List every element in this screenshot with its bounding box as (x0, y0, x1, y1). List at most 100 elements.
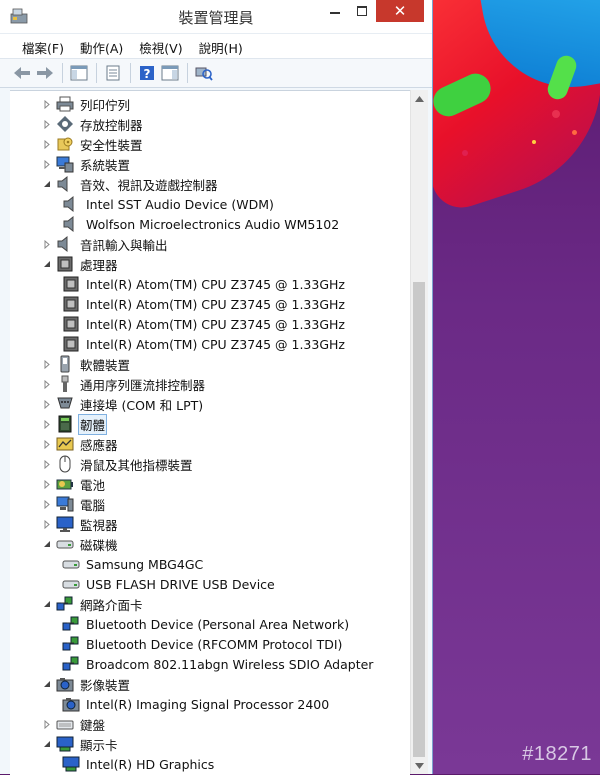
collapsed-arrow-icon[interactable] (40, 234, 54, 254)
category-row[interactable]: 監視器 (40, 514, 120, 534)
expanded-arrow-icon[interactable] (40, 594, 54, 614)
device-row[interactable]: USB FLASH DRIVE USB Device (60, 574, 277, 594)
title-bar[interactable]: 裝置管理員 ✕ (0, 0, 432, 33)
category-label: 存放控制器 (80, 117, 143, 133)
category-label: 影像裝置 (80, 677, 131, 693)
menu-action[interactable]: 動作(A) (72, 34, 131, 58)
category-label: 磁碟機 (80, 537, 118, 553)
device-row[interactable]: Intel(R) Atom(TM) CPU Z3745 @ 1.33GHz (60, 334, 347, 354)
device-row[interactable]: Intel(R) Atom(TM) CPU Z3745 @ 1.33GHz (60, 294, 347, 314)
category-row[interactable]: 音效、視訊及遊戲控制器 (40, 174, 220, 194)
category-label: 監視器 (80, 517, 118, 533)
category-row[interactable]: 安全性裝置 (40, 134, 145, 154)
category-row[interactable]: 通用序列匯流排控制器 (40, 374, 207, 394)
category-row[interactable]: 鍵盤 (40, 714, 107, 734)
device-row[interactable]: Bluetooth Device (Personal Area Network) (60, 614, 351, 634)
collapsed-arrow-icon[interactable] (40, 134, 54, 154)
device-row[interactable]: Broadcom 802.11abgn Wireless SDIO Adapte… (60, 654, 375, 674)
scroll-down-icon[interactable] (411, 757, 428, 774)
category-row[interactable]: 網路介面卡 (40, 594, 145, 614)
monitor-icon (56, 515, 74, 533)
collapsed-arrow-icon[interactable] (40, 94, 54, 114)
category-row[interactable]: 軟體裝置 (40, 354, 132, 374)
device-tree[interactable]: 列印佇列存放控制器 安全性裝置 系統裝置 音效、視訊及遊戲控制器 Intel SST A… (10, 90, 410, 775)
collapsed-arrow-icon[interactable] (40, 454, 54, 474)
expanded-arrow-icon[interactable] (40, 734, 54, 754)
device-label: Bluetooth Device (Personal Area Network) (86, 616, 350, 632)
minimize-button[interactable] (322, 0, 348, 22)
properties-icon[interactable] (103, 64, 123, 82)
device-label: Broadcom 802.11abgn Wireless SDIO Adapte… (86, 656, 374, 672)
network-adapter-icon (62, 655, 80, 673)
menu-view[interactable]: 檢視(V) (131, 34, 190, 58)
collapsed-arrow-icon[interactable] (40, 114, 54, 134)
device-label: Intel(R) Atom(TM) CPU Z3745 @ 1.33GHz (86, 316, 345, 332)
device-label: USB FLASH DRIVE USB Device (86, 576, 275, 592)
device-row[interactable]: Intel(R) HD Graphics (60, 754, 216, 774)
device-row[interactable]: Intel(R) Atom(TM) CPU Z3745 @ 1.33GHz (60, 274, 347, 294)
battery-icon (56, 475, 74, 493)
help-icon[interactable]: ? (137, 64, 157, 82)
category-row[interactable]: 韌體 (40, 413, 108, 435)
forward-arrow-icon[interactable] (35, 64, 55, 82)
collapsed-arrow-icon[interactable] (40, 434, 54, 454)
collapsed-arrow-icon[interactable] (40, 394, 54, 414)
menu-help[interactable]: 說明(H) (191, 34, 251, 58)
category-label: 連接埠 (COM 和 LPT) (80, 397, 204, 413)
back-arrow-icon[interactable] (12, 64, 32, 82)
device-row[interactable]: Bluetooth Device (RFCOMM Protocol TDI) (60, 634, 344, 654)
expanded-arrow-icon[interactable] (40, 174, 54, 194)
watermark: #18271 (522, 743, 592, 765)
keyboard-icon (56, 715, 74, 733)
category-row[interactable]: 處理器 (40, 254, 120, 274)
collapsed-arrow-icon[interactable] (40, 494, 54, 514)
collapsed-arrow-icon[interactable] (40, 154, 54, 174)
category-row[interactable]: 影像裝置 (40, 674, 132, 694)
category-row[interactable]: 音訊輸入與輸出 (40, 234, 170, 254)
expanded-arrow-icon[interactable] (40, 674, 54, 694)
category-row[interactable]: 連接埠 (COM 和 LPT) (40, 394, 205, 414)
printer-icon (56, 95, 74, 113)
vertical-scrollbar[interactable] (410, 90, 428, 774)
wallpaper-dot (462, 150, 468, 156)
action-pane-icon[interactable] (160, 64, 180, 82)
collapsed-arrow-icon[interactable] (40, 514, 54, 534)
category-label: 電池 (80, 477, 106, 493)
collapsed-arrow-icon[interactable] (40, 354, 54, 374)
category-row[interactable]: 系統裝置 (40, 154, 132, 174)
device-row[interactable]: Intel(R) Imaging Signal Processor 2400 (60, 694, 331, 714)
collapsed-arrow-icon[interactable] (40, 714, 54, 734)
category-label: 軟體裝置 (80, 357, 131, 373)
display-adapter-icon (56, 735, 74, 753)
collapsed-arrow-icon[interactable] (40, 414, 54, 434)
collapsed-arrow-icon[interactable] (40, 374, 54, 394)
maximize-button[interactable] (349, 0, 375, 22)
menu-file[interactable]: 檔案(F) (14, 34, 72, 58)
category-label: 鍵盤 (80, 717, 106, 733)
category-row[interactable]: 存放控制器 (40, 114, 145, 134)
category-row[interactable]: 電腦 (40, 494, 107, 514)
category-row[interactable]: 磁碟機 (40, 534, 120, 554)
category-row[interactable]: 滑鼠及其他指標裝置 (40, 454, 195, 474)
wallpaper-dot (572, 130, 577, 135)
network-adapter-icon (62, 615, 80, 633)
scrollbar-thumb[interactable] (413, 282, 425, 757)
expanded-arrow-icon[interactable] (40, 534, 54, 554)
close-button[interactable]: ✕ (376, 0, 424, 22)
device-row[interactable]: Intel SST Audio Device (WDM) (60, 194, 276, 214)
device-row[interactable]: Samsung MBG4GC (60, 554, 205, 574)
category-row[interactable]: 顯示卡 (40, 734, 120, 754)
scroll-up-icon[interactable] (411, 90, 428, 107)
show-hide-tree-icon[interactable] (69, 64, 89, 82)
category-label: 顯示卡 (80, 737, 118, 753)
scan-hardware-icon[interactable] (194, 64, 214, 82)
category-row[interactable]: 列印佇列 (40, 94, 132, 114)
device-row[interactable]: Intel(R) Atom(TM) CPU Z3745 @ 1.33GHz (60, 314, 347, 334)
category-row[interactable]: 感應器 (40, 434, 120, 454)
device-row[interactable]: Wolfson Microelectronics Audio WM5102 (60, 214, 341, 234)
expanded-arrow-icon[interactable] (40, 254, 54, 274)
storage-controller-icon (56, 115, 74, 133)
category-label: 電腦 (80, 497, 106, 513)
category-row[interactable]: 電池 (40, 474, 107, 494)
collapsed-arrow-icon[interactable] (40, 474, 54, 494)
